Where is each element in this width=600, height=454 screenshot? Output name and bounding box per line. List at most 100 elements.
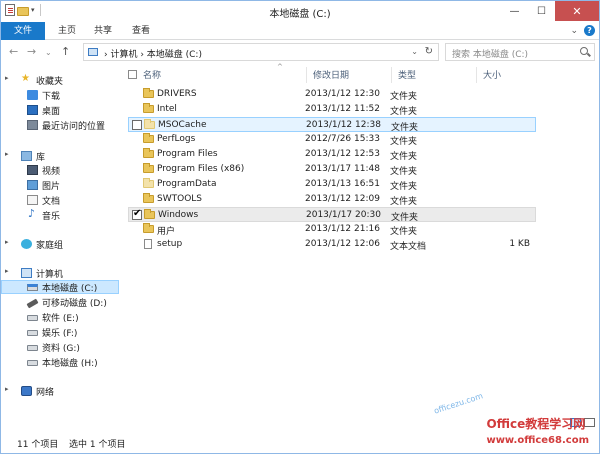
search-input[interactable]: 搜索 本地磁盘 (C:): [445, 43, 595, 61]
nav-drive-d[interactable]: 可移动磁盘 (D:): [1, 295, 119, 309]
forward-button[interactable]: →: [27, 46, 36, 57]
nav-favorites[interactable]: 收藏夹: [1, 73, 119, 87]
file-name: Intel: [157, 104, 177, 114]
column-divider[interactable]: [476, 67, 477, 83]
expand-ribbon-icon[interactable]: ⌄: [570, 26, 578, 36]
table-row[interactable]: Windows2013/1/17 20:30文件夹: [128, 207, 536, 223]
column-divider[interactable]: [306, 67, 307, 83]
file-name: MSOCache: [158, 120, 207, 130]
tab-share[interactable]: 共享: [85, 22, 121, 40]
nav-computer[interactable]: 计算机: [1, 266, 119, 280]
table-row[interactable]: setup 2013/1/12 12:06 文本文档 1 KB: [128, 237, 536, 252]
nav-videos[interactable]: 视频: [1, 163, 119, 177]
drive-icon: [27, 360, 38, 366]
nav-label: 最近访问的位置: [42, 121, 106, 132]
tab-home[interactable]: 主页: [49, 22, 85, 40]
modified-date: 2013/1/12 12:38: [306, 120, 381, 130]
table-row[interactable]: DRIVERS 2013/1/12 12:30 文件夹: [128, 87, 536, 102]
table-row[interactable]: ProgramData 2013/1/13 16:51 文件夹: [128, 177, 536, 192]
nav-drive-g[interactable]: 资料 (G:): [1, 340, 119, 354]
modified-date: 2013/1/12 12:53: [305, 149, 380, 159]
recent-locations-button[interactable]: ⌄: [45, 47, 52, 58]
nav-recent-places[interactable]: 最近访问的位置: [1, 118, 119, 132]
row-checkbox[interactable]: [132, 120, 142, 130]
modified-date: 2013/1/12 12:09: [305, 194, 380, 204]
modified-date: 2013/1/12 12:06: [305, 239, 380, 249]
folder-icon: [143, 148, 154, 158]
address-path[interactable]: › 计算机 › 本地磁盘 (C:): [104, 47, 202, 60]
maximize-button[interactable]: ☐: [528, 1, 555, 21]
nav-label: 软件 (E:): [42, 313, 79, 324]
nav-drive-f[interactable]: 娱乐 (F:): [1, 325, 119, 339]
folder-icon: [143, 103, 154, 113]
nav-label: 资料 (G:): [42, 343, 80, 354]
nav-network[interactable]: 网络: [1, 384, 119, 398]
nav-drive-e[interactable]: 软件 (E:): [1, 310, 119, 324]
table-row[interactable]: Intel 2013/1/12 11:52 文件夹: [128, 102, 536, 117]
column-header-type[interactable]: 类型: [398, 68, 416, 84]
nav-documents[interactable]: 文档: [1, 193, 119, 207]
video-icon: [27, 165, 38, 175]
file-name: 用户: [157, 227, 176, 237]
column-header-size[interactable]: 大小: [483, 68, 501, 84]
file-list: ^ 名称 修改日期 类型 大小 DRIVERS 2013/1/12 12:30 文件…: [119, 63, 599, 431]
explorer-window: ▾ 本地磁盘 (C:) — ☐ ✕ 文件 主页 共享 查看 ⌄ ? ← → ⌄ …: [0, 0, 600, 454]
table-row[interactable]: 用户 2013/1/12 21:16 文件夹: [128, 222, 536, 237]
select-all-checkbox[interactable]: [128, 70, 137, 79]
nav-desktop[interactable]: 桌面: [1, 103, 119, 117]
homegroup-icon: [21, 239, 32, 249]
modified-date: 2013/1/12 21:16: [305, 224, 380, 234]
table-row[interactable]: SWTOOLS 2013/1/12 12:09 文件夹: [128, 192, 536, 207]
nav-label: 本地磁盘 (C:): [42, 283, 98, 294]
modified-date: 2013/1/13 16:51: [305, 179, 380, 189]
column-header-name[interactable]: 名称: [143, 68, 161, 84]
nav-homegroup[interactable]: 家庭组: [1, 237, 119, 251]
nav-label: 桌面: [42, 106, 61, 117]
nav-label: 视频: [42, 166, 61, 177]
file-size: 1 KB: [509, 239, 530, 249]
nav-drive-c[interactable]: 本地磁盘 (C:): [1, 280, 119, 294]
file-name: DRIVERS: [157, 89, 197, 99]
music-icon: [27, 207, 38, 220]
table-row[interactable]: PerfLogs 2012/7/26 15:33 文件夹: [128, 132, 536, 147]
table-row[interactable]: MSOCache 2013/1/12 12:38 文件夹: [128, 117, 536, 133]
tab-file[interactable]: 文件: [1, 22, 45, 40]
refresh-icon[interactable]: ↻: [425, 46, 433, 57]
table-row[interactable]: Program Files 2013/1/12 12:53 文件夹: [128, 147, 536, 162]
close-button[interactable]: ✕: [555, 1, 599, 21]
nav-label: 本地磁盘 (H:): [42, 358, 98, 369]
sort-arrow-icon: ^: [277, 63, 283, 71]
nav-label: 文档: [42, 196, 61, 207]
modified-date: 2013/1/12 11:52: [305, 104, 380, 114]
nav-downloads[interactable]: 下载: [1, 88, 119, 102]
nav-libraries[interactable]: 库: [1, 149, 119, 163]
nav-label: 音乐: [42, 211, 61, 222]
column-divider[interactable]: [391, 67, 392, 83]
row-checkbox[interactable]: [132, 208, 142, 220]
address-bar[interactable]: › 计算机 › 本地磁盘 (C:) ⌄ ↻: [83, 43, 439, 61]
file-type: 文件夹: [390, 197, 418, 207]
usb-drive-icon: [26, 298, 39, 309]
help-icon[interactable]: ?: [584, 25, 595, 36]
nav-music[interactable]: 音乐: [1, 207, 119, 222]
up-button[interactable]: ↑: [61, 46, 70, 57]
modified-date: 2012/7/26 15:33: [305, 134, 380, 144]
back-button[interactable]: ←: [9, 46, 18, 57]
table-row[interactable]: Program Files (x86) 2013/1/17 11:48 文件夹: [128, 162, 536, 177]
drive-icon: [27, 315, 38, 321]
tab-view[interactable]: 查看: [123, 22, 159, 40]
modified-date: 2013/1/12 12:30: [305, 89, 380, 99]
nav-label: 库: [36, 152, 46, 163]
file-name: Program Files: [157, 149, 218, 159]
minimize-button[interactable]: —: [501, 1, 528, 21]
file-type: 文件夹: [390, 182, 418, 192]
nav-drive-h[interactable]: 本地磁盘 (H:): [1, 355, 119, 369]
watermark-url: www.office68.com: [486, 435, 589, 446]
file-name: Program Files (x86): [157, 164, 245, 174]
chevron-down-icon[interactable]: ⌄: [411, 47, 418, 56]
column-header-date[interactable]: 修改日期: [313, 68, 349, 84]
nav-pictures[interactable]: 图片: [1, 178, 119, 192]
file-type: 文本文档: [390, 242, 427, 252]
recent-places-icon: [27, 120, 38, 130]
search-icon[interactable]: [580, 47, 588, 55]
